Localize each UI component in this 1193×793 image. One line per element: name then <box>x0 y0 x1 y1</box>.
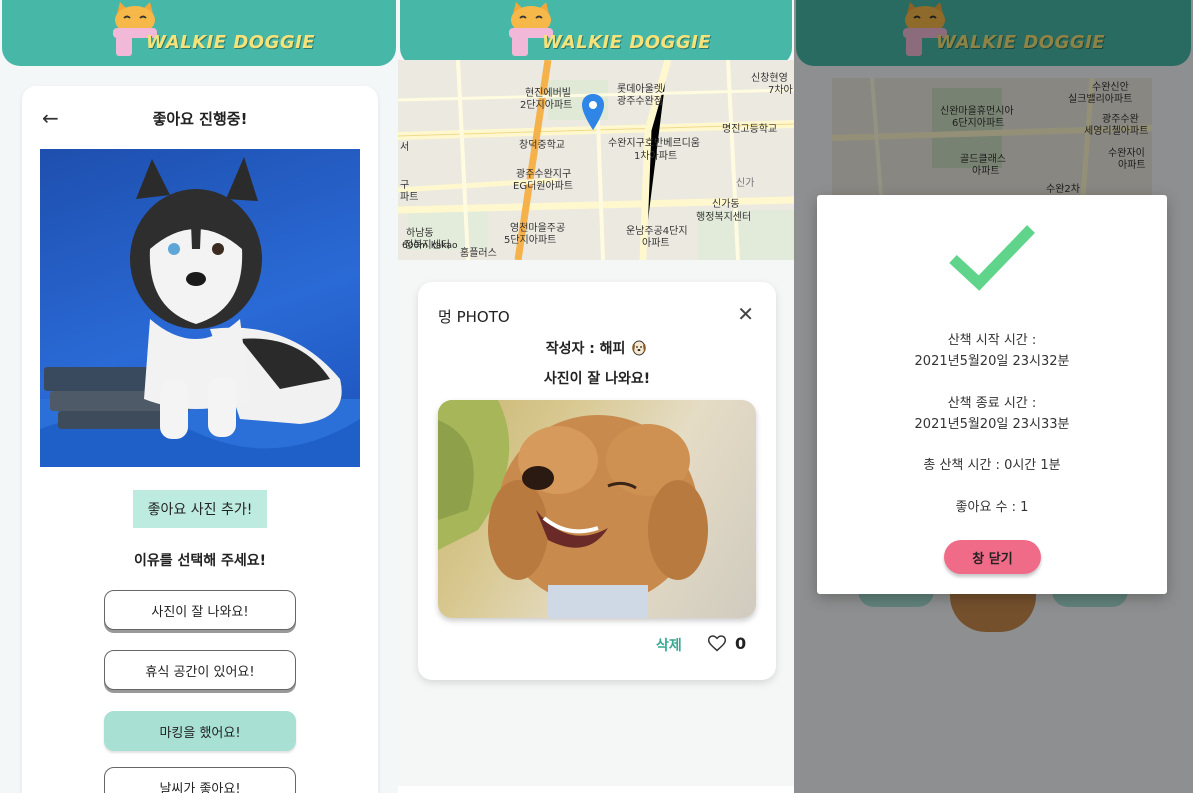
map-label: 5단지아파트 <box>504 235 557 246</box>
page-title: 좋아요 진행중! <box>152 110 248 128</box>
map-label: 수완지구호반베르디움 <box>608 138 700 149</box>
app-logo[interactable]: WALKIE DOGGIE <box>2 0 396 60</box>
reason-option-good-weather[interactable]: 날씨가 좋아요! <box>104 767 296 793</box>
map-label: 1차아파트 <box>634 151 678 162</box>
poodle-photo <box>438 400 756 618</box>
add-like-photo-button[interactable]: 좋아요 사진 추가! <box>133 490 267 528</box>
walk-likes-count: 좋아요 수 : 1 <box>955 500 1029 515</box>
photo-detail-screen: WALKIE DOGGIE 신창현영 7차아 현진에버빌 2단지아파트 롯데아울… <box>398 0 794 793</box>
map-label: 7차아 <box>768 85 793 96</box>
map-scale: 600m kakao <box>402 241 458 251</box>
dog-face-icon <box>632 340 647 356</box>
photo-caption: 사진이 잘 나와요! <box>543 371 651 387</box>
walk-start-label: 산책 시작 시간 : <box>947 333 1037 348</box>
logo-text: WALKIE DOGGIE <box>542 32 712 53</box>
husky-photo <box>40 149 360 467</box>
map-label: 운남주공4단지 <box>626 226 688 237</box>
walk-map[interactable]: 신창현영 7차아 현진에버빌 2단지아파트 롯데아울렛 광주수완점 명진고등학교… <box>398 60 794 260</box>
map-label: 구 <box>400 180 410 191</box>
location-pin-icon[interactable] <box>582 94 604 130</box>
app-header: WALKIE DOGGIE <box>2 0 396 66</box>
walk-summary-modal: 산책 시작 시간 : 2021년5월20일 23시32분 산책 종료 시간 : … <box>817 195 1167 594</box>
map-label: 광주수완지구 <box>516 169 572 180</box>
close-icon[interactable]: ✕ <box>737 302 754 326</box>
photo-author: 작성자 : 해피 <box>418 338 776 358</box>
logo-text: WALKIE DOGGIE <box>146 32 316 53</box>
map-label: 2단지아파트 <box>520 100 573 111</box>
walk-start-value: 2021년5월20일 23시32분 <box>914 354 1070 369</box>
map-label: 롯데아울렛 <box>617 84 663 95</box>
close-window-button[interactable]: 창 닫기 <box>944 540 1041 574</box>
husky-illustration <box>40 157 360 467</box>
map-label: 아파트 <box>642 238 670 249</box>
map-label: 파트 <box>400 192 419 203</box>
photo-card: 멍 PHOTO ✕ 작성자 : 해피 사진이 잘 나와요! 삭제 0 <box>418 282 776 680</box>
map-label: 현진에버빌 <box>525 88 571 99</box>
checkmark-icon <box>949 225 1035 291</box>
reason-option-good-photo[interactable]: 사진이 잘 나와요! <box>104 590 296 630</box>
map-label: 창덕중학교 <box>519 140 565 151</box>
walk-total-time: 총 산책 시간 : 0시간 1분 <box>923 458 1061 473</box>
walk-end-value: 2021년5월20일 23시33분 <box>914 417 1070 432</box>
walk-end-label: 산책 종료 시간 : <box>947 396 1037 411</box>
next-card <box>398 786 794 793</box>
likes-card: ← 좋아요 진행중! 좋아요 사진 추가! 이유를 선택해 주세요! 사진이 잘… <box>22 86 378 793</box>
heart-icon[interactable] <box>707 633 727 653</box>
like-count: 0 <box>735 634 747 653</box>
map-label: 신창현영 <box>751 73 788 84</box>
map-label: 하남동 <box>406 228 434 239</box>
map-label: 홈플러스 <box>460 248 497 259</box>
poodle-illustration <box>438 400 708 618</box>
map-label: 신가 <box>736 178 755 189</box>
app-logo[interactable]: WALKIE DOGGIE <box>400 0 792 60</box>
map-label: EG더원아파트 <box>513 181 574 192</box>
map-label: 광주수완점 <box>617 96 663 107</box>
map-label: 영천마을주공 <box>510 223 566 234</box>
walk-summary-screen: WALKIE DOGGIE 수완신안 실크밸리아파트 신완마을휴먼시아 6단지아… <box>794 0 1193 793</box>
map-label: 신가동 <box>712 199 740 210</box>
photo-card-title: 멍 PHOTO <box>438 308 510 326</box>
map-roads <box>398 60 794 260</box>
map-label: 명진고등학교 <box>722 124 778 135</box>
delete-button[interactable]: 삭제 <box>656 635 682 655</box>
map-label: 서 <box>400 142 410 153</box>
reason-option-rest-area[interactable]: 휴식 공간이 있어요! <box>104 650 296 690</box>
app-header: WALKIE DOGGIE <box>400 0 792 66</box>
reason-option-marking[interactable]: 마킹을 했어요! <box>104 711 296 751</box>
map-label: 행정복지센터 <box>696 212 752 223</box>
reason-prompt: 이유를 선택해 주세요! <box>133 553 267 569</box>
likes-screen: WALKIE DOGGIE ← 좋아요 진행중! 좋아요 사진 추가! 이유를 … <box>0 0 398 793</box>
